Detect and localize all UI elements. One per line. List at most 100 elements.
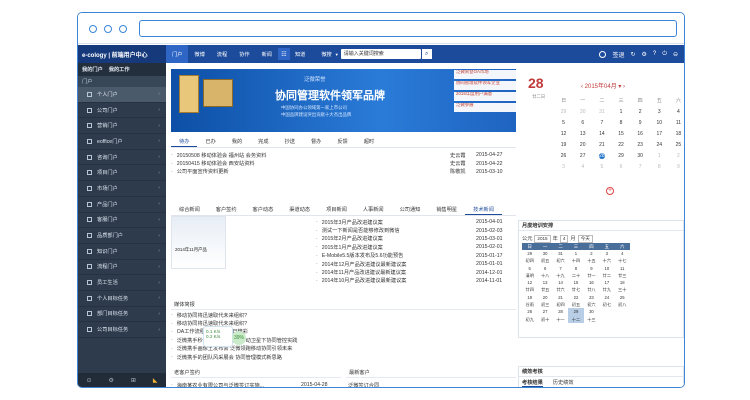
grid-icon[interactable]: ⊞ <box>131 377 136 384</box>
signal-icon[interactable]: ◣ <box>153 377 158 384</box>
lunar-control[interactable]: 公元 <box>522 235 532 242</box>
lunar-cell[interactable] <box>599 308 614 315</box>
item-title[interactable]: 20150415 移动体验会 西安站资料 <box>175 160 450 167</box>
net-speed-percent[interactable]: 39% <box>232 331 246 345</box>
tab-todo[interactable]: 已办 <box>197 137 223 147</box>
calendar-day-cell[interactable]: 2 <box>669 151 684 162</box>
search-icon[interactable]: ⌕ <box>421 49 432 59</box>
lunar-cell[interactable]: 30 <box>584 308 599 315</box>
tab-todo[interactable]: 抄送 <box>277 137 303 147</box>
sidebar-item[interactable]: 产品门户 › <box>78 197 166 213</box>
list-item[interactable]: · 20150508 移动体验会 福州站 会务资料 史云霞 2015-04-27 <box>171 151 516 159</box>
sidebar-item[interactable]: 员工生活 › <box>78 275 166 291</box>
item-title[interactable]: 2014年11月产品改进建议最新建议案 <box>320 269 476 276</box>
sidebar-item[interactable]: 品质部门户 › <box>78 228 166 244</box>
sidebar-item[interactable]: 知识门户 › <box>78 244 166 260</box>
tab-todo[interactable]: 超时 <box>356 137 382 147</box>
tab-news[interactable]: 公司通知 <box>392 205 429 215</box>
calendar-day-cell[interactable]: 29 <box>554 107 573 118</box>
sidebar-item[interactable]: 客服门户 › <box>78 213 166 229</box>
lunar-cell[interactable]: 十三 <box>584 316 599 323</box>
lunar-cell[interactable]: 23 <box>584 294 599 301</box>
lunar-cell[interactable]: 清明 <box>522 272 537 279</box>
nav-item[interactable]: 协作 <box>233 45 255 63</box>
list-item[interactable]: · E-Mobile5.5版本发布及5.6功能预告 2015-01-17 <box>316 252 516 260</box>
tab-my-work[interactable]: 我的工作 <box>109 66 130 73</box>
lunar-cell[interactable]: 24 <box>599 294 614 301</box>
list-item[interactable]: · 公司平面宣传资料更新 陈敬凯 2015-03-10 <box>171 168 516 176</box>
lunar-cell[interactable]: 十二 <box>568 315 584 323</box>
lunar-cell[interactable]: 初五 <box>537 257 552 264</box>
chevron-right-icon[interactable]: › <box>621 84 625 90</box>
nav-item[interactable]: 新闻 <box>256 45 278 63</box>
calendar-day-cell[interactable]: 30 <box>573 107 592 118</box>
item-title[interactable]: 20150508 移动体验会 福州站 会务资料 <box>175 152 450 159</box>
lunar-control[interactable]: 2015 <box>534 234 551 243</box>
signout-icon[interactable] <box>599 50 607 58</box>
lunar-cell[interactable]: 廿八 <box>584 286 599 293</box>
calendar-day-cell[interactable]: 1 <box>611 107 630 118</box>
lunar-cell[interactable] <box>615 308 630 315</box>
item-title[interactable]: 泛微携手的团队风采展会 协同管理模式新思路 <box>175 354 516 361</box>
lunar-cell[interactable]: 5 <box>522 265 537 272</box>
lunar-cell[interactable]: 廿三 <box>615 272 630 279</box>
lunar-cell[interactable]: 十七 <box>615 257 630 264</box>
sidebar-item[interactable]: 部门目标任务 › <box>78 307 166 323</box>
lunar-control[interactable]: 月 <box>570 235 575 242</box>
lunar-cell[interactable]: 22 <box>568 294 583 301</box>
lunar-cell[interactable]: 1 <box>568 250 583 257</box>
nav-item[interactable]: 门户 <box>166 45 189 63</box>
lunar-cell[interactable]: 十四 <box>568 257 583 264</box>
calendar-day-cell[interactable]: 1 <box>650 151 669 162</box>
sidebar-item[interactable]: eoffice门户 › <box>78 134 166 150</box>
sidebar-item[interactable]: 公司目标任务 › <box>78 322 166 338</box>
tab-news[interactable]: 技术新闻 <box>465 205 502 215</box>
calendar-day-cell[interactable]: 31 <box>592 107 611 118</box>
calendar-day-cell[interactable]: 7 <box>631 162 650 173</box>
calendar-day-cell[interactable]: 19 <box>554 140 573 151</box>
lunar-cell[interactable]: 29 <box>568 308 584 316</box>
item-title[interactable]: 测试一下新闻是否能够修改到微信 <box>320 227 476 234</box>
lunar-cell[interactable]: 7 <box>553 265 568 272</box>
calendar-day-cell[interactable]: 23 <box>631 140 650 151</box>
sidebar-item[interactable]: 市场门户 › <box>78 181 166 197</box>
lunar-cell[interactable]: 初四 <box>522 257 537 264</box>
window-dot[interactable] <box>119 25 127 33</box>
calendar-day-cell[interactable]: 3 <box>650 107 669 118</box>
tab-todo[interactable]: 督办 <box>303 137 329 147</box>
news-image[interactable]: 2014年11月产品 <box>171 216 226 269</box>
info-icon[interactable]: ⊙ <box>86 377 91 384</box>
sidebar-item[interactable]: 营销门户 › <box>78 118 166 135</box>
item-title[interactable]: 2014年12月产品改进建议最新建议案 <box>320 261 476 268</box>
banner-badge[interactable]: 2015年度用户满意 <box>454 92 518 101</box>
lunar-cell[interactable]: 初六 <box>553 257 568 264</box>
tab-my-portal[interactable]: 我的门户 <box>82 66 103 73</box>
lunar-cell[interactable]: 12 <box>522 279 537 286</box>
list-item[interactable]: · 泛微携手的团队风采展会 协同管理模式新思路 <box>171 353 516 361</box>
list-item[interactable]: · 2014年12月产品改进建议最新建议案 2015-01-01 <box>316 260 516 268</box>
calendar-day-cell[interactable]: 21 <box>592 140 611 151</box>
lunar-cell[interactable]: 廿二 <box>599 272 614 279</box>
lunar-cell[interactable]: 廿一 <box>584 272 599 279</box>
calendar-day-cell[interactable]: 3 <box>554 162 573 173</box>
calendar-day-cell[interactable]: 9 <box>631 118 650 129</box>
lunar-control[interactable]: 今天 <box>577 234 593 243</box>
lunar-cell[interactable]: 初九 <box>522 316 537 323</box>
tab-todo[interactable]: 反馈 <box>329 137 355 147</box>
lunar-cell[interactable]: 6 <box>537 265 552 272</box>
list-item[interactable]: · 2015年3月产品改进建议案 2015-04-01 <box>316 218 516 226</box>
list-item[interactable]: · 2014年11月产品改进建议最新建议案 2014-12-01 <box>316 268 516 277</box>
calendar-day-cell[interactable]: 12 <box>554 129 573 140</box>
nav-zhidao[interactable]: 知道 <box>290 51 310 58</box>
tab-news[interactable]: 综合新闻 <box>171 205 208 215</box>
calendar-day-cell[interactable]: 8 <box>650 162 669 173</box>
today-marker[interactable]: 28 <box>599 153 605 159</box>
lunar-cell[interactable]: 10 <box>599 265 614 272</box>
lunar-cell[interactable]: 29 <box>522 250 537 257</box>
calendar-day-cell[interactable]: 18 <box>669 129 684 140</box>
lunar-cell[interactable]: 初十 <box>537 316 552 323</box>
search-scope-select[interactable]: 微搜 <box>318 51 334 58</box>
lunar-cell[interactable]: 二十 <box>568 272 583 279</box>
lunar-cell[interactable]: 廿六 <box>553 286 568 293</box>
lunar-cell[interactable]: 27 <box>537 308 552 315</box>
